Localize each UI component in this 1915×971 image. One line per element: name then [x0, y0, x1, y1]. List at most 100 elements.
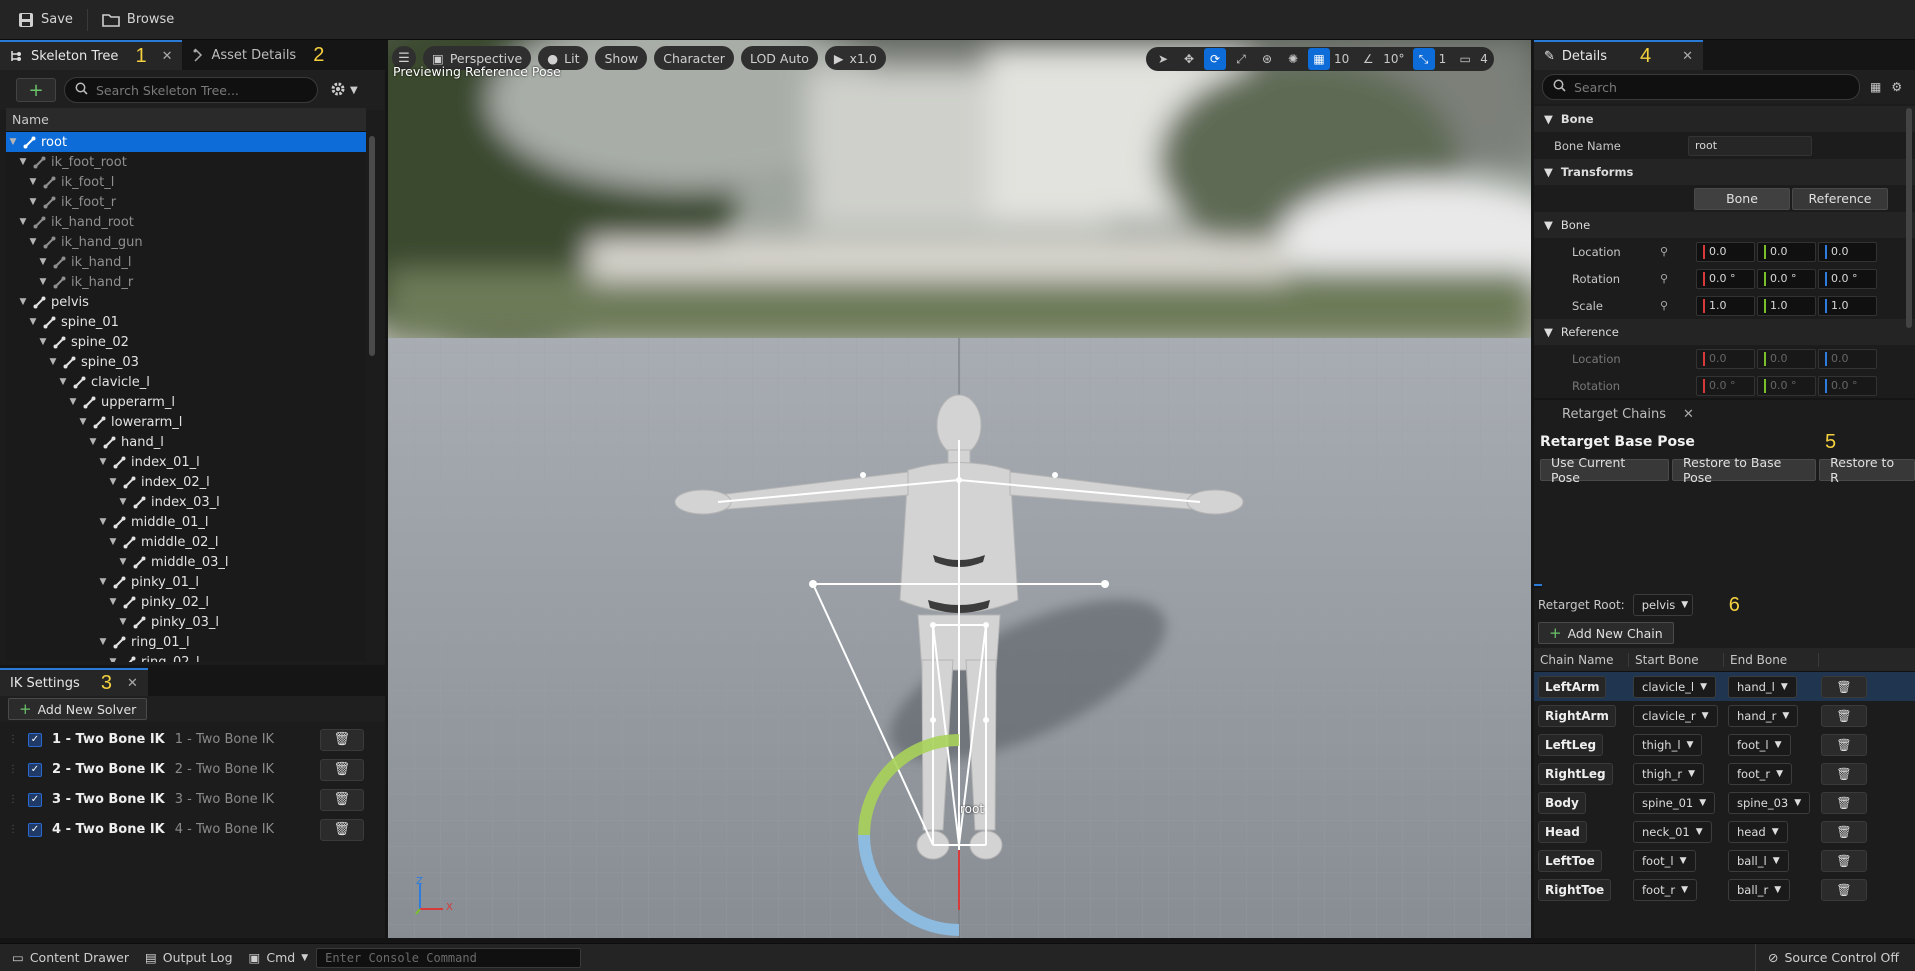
add-new-chain-button[interactable]: + Add New Chain: [1538, 622, 1674, 644]
close-icon[interactable]: ✕: [127, 676, 138, 691]
chain-name-field[interactable]: RightToe: [1538, 878, 1612, 901]
chain-name-field[interactable]: LeftToe: [1538, 849, 1602, 872]
tree-row[interactable]: ▼ upperarm_l: [6, 392, 366, 412]
scale-field[interactable]: 1.0: [1696, 295, 1755, 316]
end-bone-dropdown[interactable]: head ▼: [1728, 820, 1788, 843]
tree-row[interactable]: ▼ pinky_03_l: [6, 612, 366, 632]
lod-button[interactable]: LOD Auto: [740, 46, 818, 70]
delete-solver-button[interactable]: 🗑: [319, 758, 364, 781]
solver-enabled-checkbox[interactable]: ✓: [28, 792, 42, 807]
select-mode-icon[interactable]: ➤: [1152, 48, 1174, 70]
grid-snap-icon[interactable]: ▦: [1308, 48, 1330, 70]
chain-row[interactable]: Body spine_01 ▼ spine_03 ▼ 🗑: [1534, 788, 1915, 817]
expand-arrow-icon[interactable]: ▼: [118, 617, 128, 627]
chain-name-field[interactable]: Body: [1538, 791, 1586, 814]
solver-enabled-checkbox[interactable]: ✓: [28, 762, 42, 777]
chain-row[interactable]: Head neck_01 ▼ head ▼ 🗑: [1534, 817, 1915, 846]
source-control-button[interactable]: ⊘ Source Control Off: [1755, 943, 1907, 971]
delete-solver-button[interactable]: 🗑: [319, 728, 364, 751]
end-bone-dropdown[interactable]: foot_r ▼: [1728, 762, 1793, 785]
tree-row[interactable]: ▼ lowerarm_l: [6, 412, 366, 432]
tree-row[interactable]: ▼ pinky_02_l: [6, 592, 366, 612]
chain-row[interactable]: LeftArm clavicle_l ▼ hand_l ▼ 🗑: [1534, 672, 1915, 701]
tree-row[interactable]: ▼ ik_hand_l: [6, 252, 366, 272]
chain-name-field[interactable]: LeftArm: [1538, 675, 1607, 698]
tree-row[interactable]: ▼ middle_01_l: [6, 512, 366, 532]
gear-icon[interactable]: ⚙: [1891, 80, 1902, 94]
expand-arrow-icon[interactable]: ▼: [28, 197, 38, 207]
expand-arrow-icon[interactable]: ▼: [108, 657, 118, 662]
restore-base-pose-button[interactable]: Restore to Base Pose: [1672, 456, 1817, 484]
close-icon[interactable]: ✕: [162, 49, 173, 64]
ik-solver-row[interactable]: ⋮ ✓ 4 - Two Bone IK 4 - Two Bone IK 🗑: [0, 816, 385, 843]
close-icon[interactable]: ✕: [1683, 407, 1694, 422]
chain-row[interactable]: LeftLeg thigh_l ▼ foot_l ▼ 🗑: [1534, 730, 1915, 759]
retarget-root-dropdown[interactable]: pelvis ▼: [1632, 594, 1693, 616]
reset-to-default-icon[interactable]: ⚲: [1644, 299, 1684, 312]
solver-enabled-checkbox[interactable]: ✓: [28, 732, 42, 747]
ik-solver-row[interactable]: ⋮ ✓ 3 - Two Bone IK 3 - Two Bone IK 🗑: [0, 786, 385, 813]
scale-snap-icon[interactable]: ⤡: [1412, 48, 1435, 70]
camera-speed-icon[interactable]: ▭: [1454, 48, 1476, 70]
rotation-field[interactable]: 0.0 °: [1696, 268, 1755, 289]
restore-reference-button[interactable]: Restore to R: [1819, 456, 1915, 484]
delete-chain-button[interactable]: 🗑: [1821, 820, 1867, 843]
use-current-pose-button[interactable]: Use Current Pose: [1540, 456, 1669, 484]
tree-row[interactable]: ▼ ring_02_l: [6, 652, 366, 662]
tree-row[interactable]: ▼ ik_hand_r: [6, 272, 366, 292]
tree-row[interactable]: ▼ ik_foot_r: [6, 192, 366, 212]
tree-row[interactable]: ▼ spine_03: [6, 352, 366, 372]
console-input[interactable]: Enter Console Command: [316, 947, 582, 968]
expand-arrow-icon[interactable]: ▼: [28, 317, 38, 327]
tree-row[interactable]: ▼ index_01_l: [6, 452, 366, 472]
end-bone-dropdown[interactable]: ball_l ▼: [1728, 849, 1789, 872]
scale-field[interactable]: 1.0: [1818, 295, 1877, 316]
section-transforms[interactable]: ▼ Transforms: [1534, 159, 1915, 185]
expand-arrow-icon[interactable]: ▼: [58, 377, 68, 387]
expand-arrow-icon[interactable]: ▼: [108, 477, 118, 487]
expand-arrow-icon[interactable]: ▼: [98, 637, 108, 647]
delete-chain-button[interactable]: 🗑: [1821, 762, 1867, 785]
drag-handle-icon[interactable]: ⋮: [8, 734, 18, 745]
delete-solver-button[interactable]: 🗑: [319, 818, 364, 841]
delete-chain-button[interactable]: 🗑: [1821, 791, 1867, 814]
playback-speed-button[interactable]: ▶ x1.0: [824, 46, 886, 70]
chain-row[interactable]: LeftToe foot_l ▼ ball_l ▼ 🗑: [1534, 846, 1915, 875]
delete-chain-button[interactable]: 🗑: [1821, 675, 1867, 698]
chain-name-field[interactable]: RightArm: [1538, 704, 1616, 727]
location-field[interactable]: 0.0: [1818, 241, 1877, 262]
tab-ik-settings[interactable]: IK Settings 3 ✕: [0, 668, 148, 696]
delete-chain-button[interactable]: 🗑: [1821, 733, 1867, 756]
rotate-icon[interactable]: ⟳: [1204, 48, 1226, 70]
chain-name-field[interactable]: Head: [1538, 820, 1587, 843]
reference-mode-button[interactable]: Reference: [1792, 187, 1888, 210]
scale-field[interactable]: 1.0: [1757, 295, 1816, 316]
location-field[interactable]: 0.0: [1696, 241, 1755, 262]
surface-snap-icon[interactable]: ✺: [1282, 48, 1304, 70]
expand-arrow-icon[interactable]: ▼: [18, 217, 28, 227]
tree-row[interactable]: ▼ pinky_01_l: [6, 572, 366, 592]
details-scrollbar[interactable]: [1906, 108, 1912, 328]
expand-arrow-icon[interactable]: ▼: [28, 237, 38, 247]
expand-arrow-icon[interactable]: ▼: [88, 437, 98, 447]
local-space-icon[interactable]: ⊛: [1256, 48, 1278, 70]
show-button[interactable]: Show: [595, 46, 648, 70]
ik-solver-row[interactable]: ⋮ ✓ 2 - Two Bone IK 2 - Two Bone IK 🗑: [0, 756, 385, 783]
add-bone-button[interactable]: +: [16, 78, 56, 102]
start-bone-dropdown[interactable]: clavicle_l ▼: [1633, 675, 1717, 698]
expand-arrow-icon[interactable]: ▼: [38, 257, 48, 267]
tree-row[interactable]: ▼ ring_01_l: [6, 632, 366, 652]
chain-name-field[interactable]: RightLeg: [1538, 762, 1613, 785]
chain-name-field[interactable]: LeftLeg: [1538, 733, 1604, 756]
output-log-button[interactable]: ▤ Output Log: [137, 944, 241, 971]
expand-arrow-icon[interactable]: ▼: [68, 397, 78, 407]
tree-row[interactable]: ▼ ik_hand_root: [6, 212, 366, 232]
tree-row[interactable]: ▼ ik_foot_l: [6, 172, 366, 192]
tree-scrollbar-thumb[interactable]: [369, 136, 375, 356]
drag-handle-icon[interactable]: ⋮: [8, 824, 18, 835]
rotation-field[interactable]: 0.0 °: [1757, 268, 1816, 289]
chain-row[interactable]: RightToe foot_r ▼ ball_r ▼ 🗑: [1534, 875, 1915, 904]
delete-chain-button[interactable]: 🗑: [1821, 878, 1867, 901]
table-view-icon[interactable]: ▦: [1870, 80, 1881, 94]
skeleton-search-input[interactable]: Search Skeleton Tree...: [64, 77, 318, 103]
